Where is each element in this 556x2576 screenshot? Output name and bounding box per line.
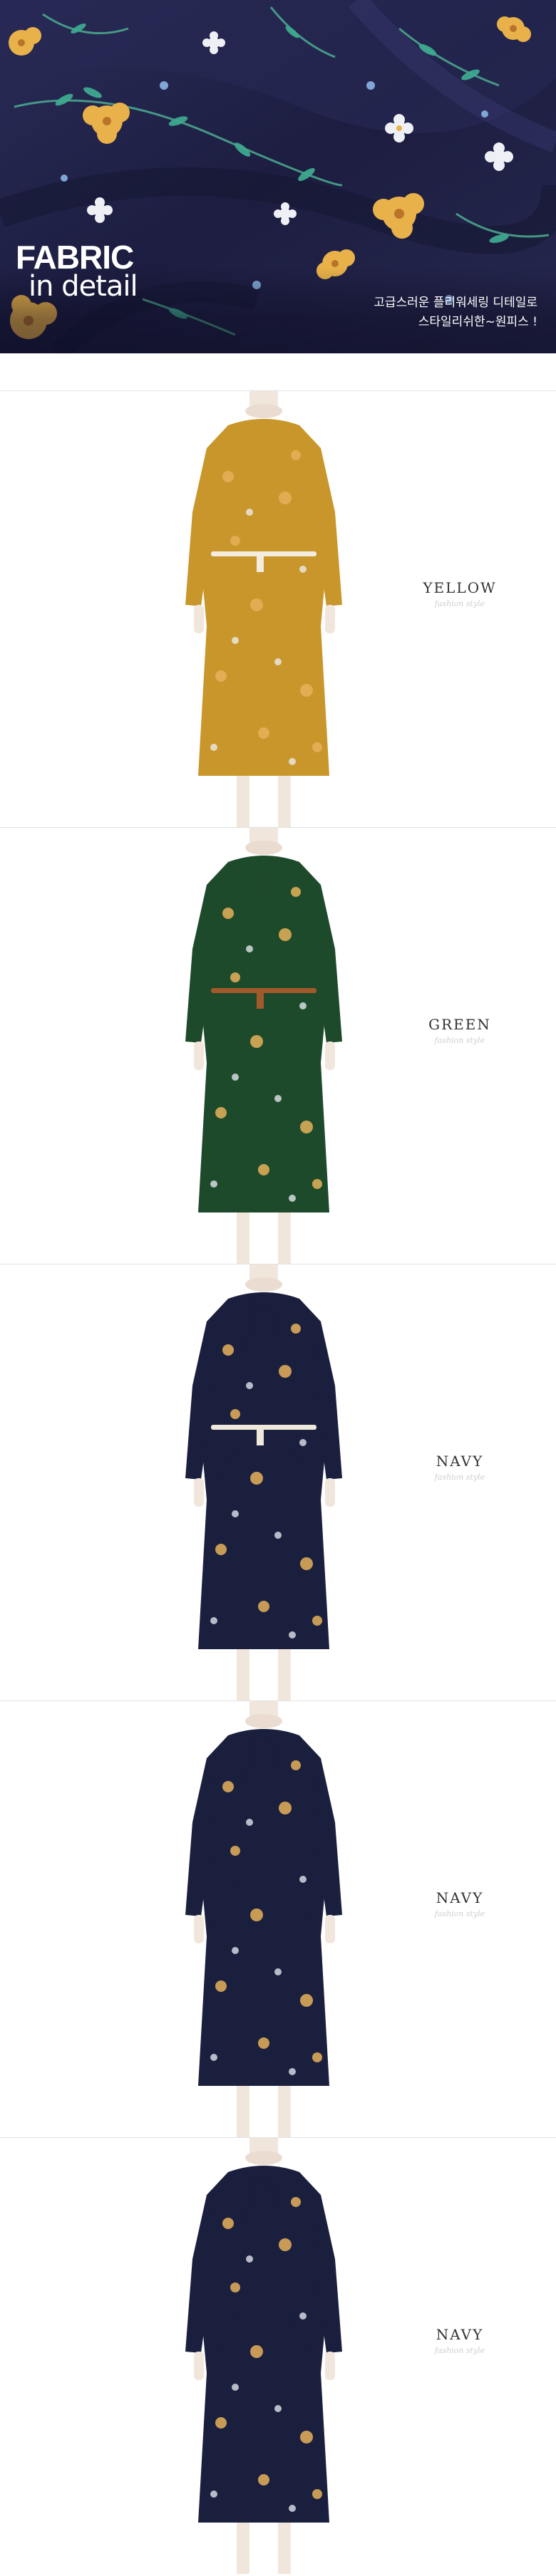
dress-photo	[185, 1264, 342, 1700]
variant-row-green: GREEN fashion style	[0, 828, 556, 1264]
variant-row-navy-back: NAVY fashion style	[0, 2138, 556, 2574]
color-label: GREEN	[428, 1016, 491, 1033]
color-sublabel: fashion style	[434, 1473, 485, 1482]
fabric-detail-image: FABRIC in detail 고급스러운 플리워세링 디테일로 스타일리쉬한…	[0, 0, 556, 353]
color-label: NAVY	[436, 2326, 484, 2343]
product-detail-page: FABRIC in detail 고급스러운 플리워세링 디테일로 스타일리쉬한…	[0, 0, 556, 2576]
color-sublabel: fashion style	[434, 1909, 485, 1918]
color-label: NAVY	[436, 1889, 484, 1906]
color-sublabel: fashion style	[434, 1036, 485, 1045]
dress-photo	[185, 2138, 342, 2574]
fabric-subtitle: in detail	[29, 270, 138, 303]
dress-photo	[185, 1701, 342, 2137]
variant-row-navy-side: NAVY fashion style	[0, 1701, 556, 2137]
fabric-title: FABRIC	[16, 239, 134, 276]
fabric-description: 고급스러운 플리워세링 디테일로 스타일리쉬한~원피스 !	[281, 294, 537, 332]
variant-row-yellow: YELLOW fashion style	[0, 391, 556, 827]
color-sublabel: fashion style	[434, 2346, 485, 2355]
dress-photo	[185, 828, 342, 1264]
fabric-description-line-1: 고급스러운 플리워세링 디테일로	[374, 296, 537, 310]
variant-row-navy: NAVY fashion style	[0, 1264, 556, 1700]
dress-photo	[185, 391, 342, 827]
fabric-description-line-2: 스타일리쉬한~원피스 !	[418, 315, 537, 329]
color-label: YELLOW	[423, 579, 497, 596]
color-label: NAVY	[436, 1453, 484, 1470]
color-sublabel: fashion style	[434, 599, 485, 608]
